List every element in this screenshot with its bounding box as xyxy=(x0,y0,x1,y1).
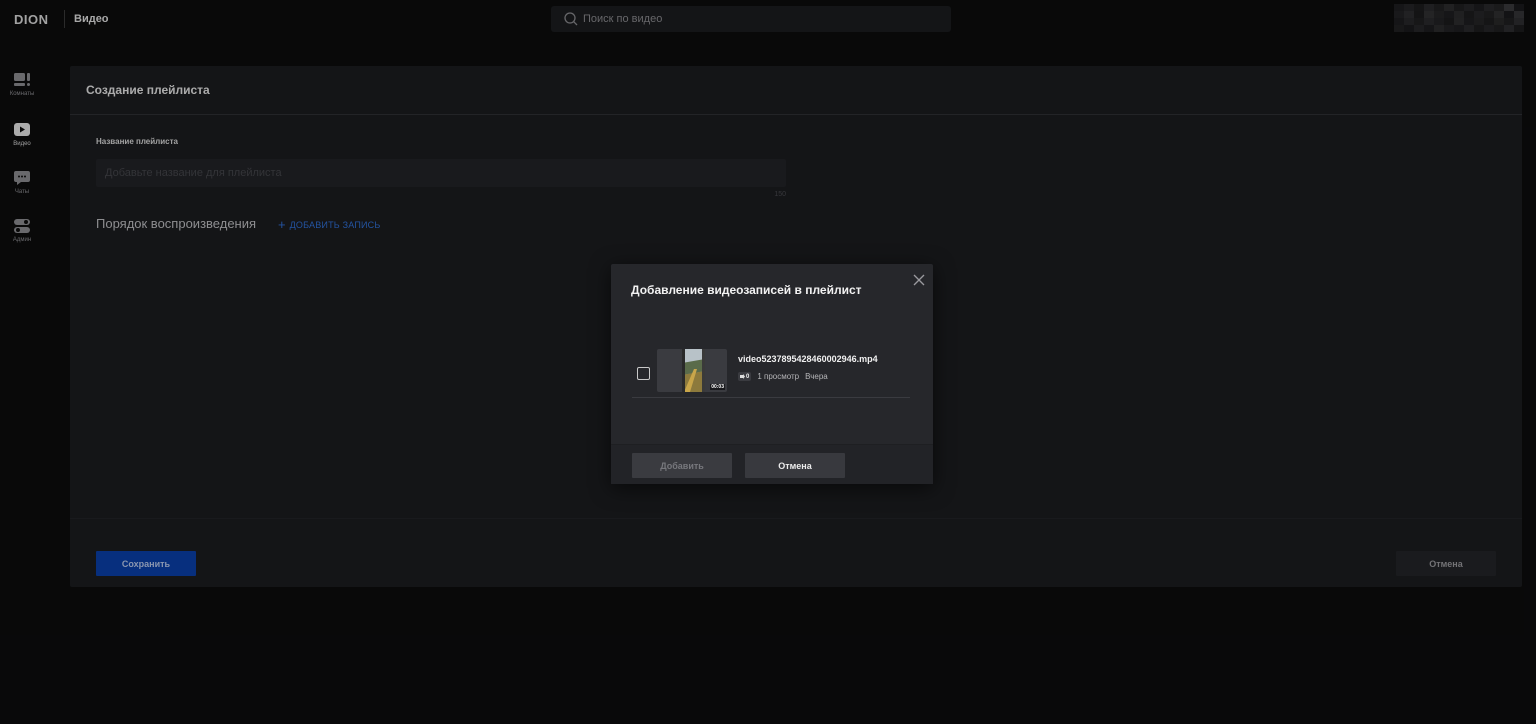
video-list-item[interactable]: 00:03 video5237895428460002946.mp4 0 1 п… xyxy=(632,348,910,398)
video-date: Вчера xyxy=(805,372,828,381)
modal-cancel-button[interactable]: Отмена xyxy=(745,453,845,478)
video-preview-image xyxy=(682,349,705,392)
video-file-name: video5237895428460002946.mp4 xyxy=(738,354,878,364)
add-button[interactable]: Добавить xyxy=(632,453,732,478)
video-select-checkbox[interactable] xyxy=(637,367,650,380)
add-videos-modal: Добавление видеозаписей в плейлист 00:03… xyxy=(611,264,933,484)
badge: 0 xyxy=(738,372,752,381)
modal-footer: Добавить Отмена xyxy=(611,444,933,484)
badge-count: 0 xyxy=(746,373,750,380)
video-meta: 0 1 просмотр Вчера xyxy=(738,372,828,381)
video-duration: 00:03 xyxy=(710,384,725,390)
video-thumbnail[interactable]: 00:03 xyxy=(657,349,727,392)
close-icon[interactable] xyxy=(911,272,927,288)
arrow-icon xyxy=(740,374,745,379)
modal-title: Добавление видеозаписей в плейлист xyxy=(631,283,862,297)
view-count: 1 просмотр xyxy=(757,372,800,381)
